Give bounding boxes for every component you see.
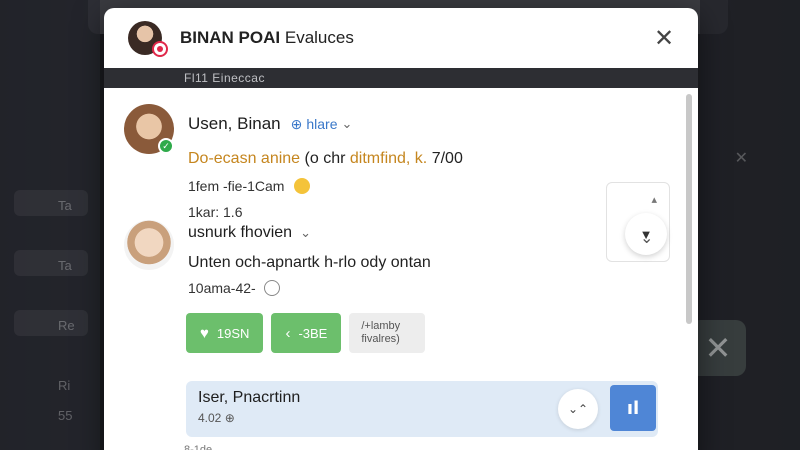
user-card[interactable]: Iser, Pnacrtinn 4.02 ⊕ ⌄⌃ ıl (186, 381, 658, 437)
post-timestamp: 10ama-42- (188, 280, 280, 296)
scrollbar-thumb[interactable] (686, 94, 692, 324)
stats-button[interactable]: ıl (610, 385, 656, 431)
post-text-part: 7/00 (431, 150, 463, 167)
background-sidebar: Ta Ta Re Ri 55 (0, 0, 100, 450)
share-count: -3BE (298, 325, 328, 341)
post-timestamp: 1fem -fie-1Cam (188, 178, 311, 194)
back-arrow-icon: ‹ (285, 324, 291, 342)
evaluation-dialog: BINAN POAI Evaluces ✕ Fl11 Eineccac ✓ Us… (104, 8, 698, 450)
background-x-tile-icon: ✕ (690, 320, 746, 376)
expand-collapse-button[interactable]: ⌄⌃ (558, 389, 598, 429)
like-count: 19SN (216, 325, 250, 341)
post-text: Do-ecasn anine (o chr ditmfind, k. 7/00 (188, 150, 463, 168)
post-item: usnurk fhovien ⌄ Unten och-apnartk h-rlo… (124, 220, 684, 320)
smiley-icon[interactable] (294, 178, 311, 194)
post-header: Usen, Binan ⊕ hlare ⌄ (188, 114, 352, 134)
author-name[interactable]: usnurk fhovien (188, 224, 292, 242)
dialog-title-bold: BINAN POAI (180, 28, 281, 47)
visibility-selector[interactable]: ⊕ hlare ⌄ (291, 116, 353, 133)
author-avatar[interactable]: ✓ (124, 104, 174, 154)
post-text: Unten och-apnartk h-rlo ody ontan (188, 254, 431, 271)
background-sidebar-label: 55 (58, 408, 73, 423)
expand-chevron-icon[interactable]: ⌄ (640, 228, 653, 248)
share-button[interactable]: ‹ -3BE (271, 313, 342, 353)
post-text-part: Do-ecasn anine (188, 150, 301, 167)
background-sidebar-item (14, 250, 88, 276)
dialog-title: BINAN POAI Evaluces (180, 28, 354, 48)
background-close-icon: ✕ (734, 150, 748, 167)
timestamp-text: 1fem -fie-1Cam (188, 178, 285, 194)
post-item: ✓ Usen, Binan ⊕ hlare ⌄ Do-ecasn anine (… (124, 104, 684, 234)
timestamp-text: 10ama-42- (188, 280, 256, 296)
chevron-down-icon[interactable]: ⌄ (300, 225, 311, 241)
author-name[interactable]: Usen, Binan (188, 114, 281, 134)
card-name: Iser, Pnacrtinn (198, 389, 301, 406)
verified-check-icon: ✓ (158, 138, 174, 154)
close-button[interactable]: ✕ (650, 24, 678, 52)
card-subtitle: 4.02 ⊕ (198, 411, 235, 425)
dialog-subheader-band: Fl11 Eineccac (104, 68, 698, 88)
dialog-header: BINAN POAI Evaluces ✕ (104, 8, 698, 68)
post-header: usnurk fhovien ⌄ (188, 224, 311, 242)
footer-peek-text: 8-1de (184, 444, 213, 450)
post-text-part: (o chr (304, 150, 346, 167)
background-sidebar-label: Re (58, 318, 75, 333)
background-sidebar-item (14, 190, 88, 216)
globe-icon: ⊕ (290, 115, 303, 132)
more-button[interactable]: /+lamby fivalres) (349, 313, 426, 353)
background-sidebar-label: Ta (58, 258, 72, 273)
background-right-panel (700, 0, 800, 450)
background-sidebar-item (14, 310, 88, 336)
dialog-title-rest: Evaluces (284, 28, 354, 47)
caret-up-icon[interactable]: ▴ (651, 193, 657, 206)
post-count: 1kar: 1.6 (188, 204, 243, 220)
background-sidebar-label: Ta (58, 198, 72, 213)
heart-icon: ♥ (200, 324, 209, 342)
chevron-down-icon: ⌄ (341, 116, 353, 131)
refresh-icon[interactable] (263, 280, 280, 296)
post-text-part: ditmfind, k. (349, 150, 428, 167)
record-badge-icon (152, 41, 168, 57)
header-avatar[interactable] (128, 21, 168, 57)
author-avatar[interactable] (124, 220, 174, 270)
background-sidebar-label: Ri (58, 378, 71, 393)
visibility-label: hlare (306, 116, 338, 132)
post-actions: ♥ 19SN ‹ -3BE /+lamby fivalres) (186, 313, 426, 353)
like-button[interactable]: ♥ 19SN (186, 313, 264, 353)
